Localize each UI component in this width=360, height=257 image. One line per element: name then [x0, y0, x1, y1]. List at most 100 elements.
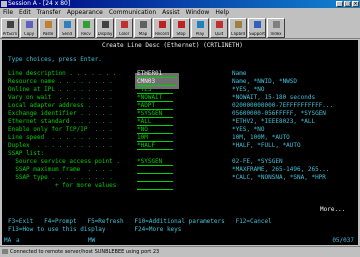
copy-icon: [26, 21, 33, 28]
toolbar-label: PrtScrn: [2, 32, 18, 36]
allowed-values: 05600000-056FFFFF, *SYSGEN: [232, 110, 326, 117]
screen-instruction: Type choices, press Enter.: [8, 56, 102, 63]
terminal-screen[interactable]: Create Line Desc (Ethernet) (CRTLINETH) …: [2, 40, 358, 236]
receive-icon: [83, 21, 90, 28]
field-input[interactable]: *NO: [137, 126, 173, 134]
toolbar-label: Record: [155, 32, 169, 36]
toolbar-label: Quit: [214, 32, 224, 36]
menu-appearance[interactable]: Appearance: [64, 8, 106, 17]
toolbar-stop-button[interactable]: Stop: [172, 18, 190, 38]
cursor-position: 05/037: [332, 237, 354, 244]
color-icon: [121, 21, 128, 28]
minimize-button[interactable]: _: [336, 1, 343, 7]
oia-session: a: [16, 237, 20, 244]
field-input[interactable]: [137, 174, 173, 182]
toolbar-label: Color: [118, 32, 130, 36]
paste-icon: [45, 21, 52, 28]
toolbar-recv-button[interactable]: Recv: [77, 18, 95, 38]
toolbar-label: Play: [195, 32, 205, 36]
toolbar-label: Paste: [42, 32, 54, 36]
emulator-window: Session A - [24 x 80] _ □ × File Edit Tr…: [0, 0, 360, 256]
field-input[interactable]: _: [137, 182, 173, 190]
menu-communication[interactable]: Communication: [106, 8, 159, 17]
toolbar: PrtScrn Copy Paste Send Recv Display Color Map R…: [0, 17, 360, 39]
field-label: Resource name . . . . . . . .: [8, 78, 113, 85]
window-title: Session A - [24 x 80]: [8, 0, 71, 7]
toolbar-label: Copy: [23, 32, 35, 36]
keymap-icon: [140, 21, 147, 28]
menu-file[interactable]: File: [0, 8, 16, 17]
field-label: Exchange identifier . . . . .: [8, 110, 113, 117]
toolbar-label: Index: [270, 32, 282, 36]
more-indicator: More...: [320, 206, 346, 213]
field-label: SSAP maximum frame . . . .: [8, 166, 113, 173]
menu-window[interactable]: Window: [183, 8, 213, 17]
clipboard-icon: [235, 21, 242, 28]
field-label: + for more values: [8, 182, 117, 189]
toolbar-paste-button[interactable]: Paste: [39, 18, 57, 38]
menu-help[interactable]: Help: [212, 8, 232, 17]
menu-bar: File Edit Transfer Appearance Communicat…: [0, 8, 360, 17]
allowed-values: *MAXFRAME, 265-1496, 265...: [232, 166, 330, 173]
play-icon: [197, 21, 204, 28]
stop-icon: [178, 21, 185, 28]
field-label: Vary on wait . . . . . . . .: [8, 94, 113, 101]
toolbar-label: Display: [97, 32, 113, 36]
toolbar-prtscrn-button[interactable]: PrtScrn: [1, 18, 19, 38]
connection-icon: [2, 249, 8, 254]
field-input[interactable]: ETHER01: [137, 70, 177, 78]
maximize-button[interactable]: □: [344, 1, 351, 7]
operator-info-area: MA a MW 05/037: [2, 236, 358, 245]
toolbar-map-button[interactable]: Map: [134, 18, 152, 38]
field-label: Ethernet standard . . . . . .: [8, 118, 113, 125]
menu-transfer[interactable]: Transfer: [34, 8, 64, 17]
oia-status: MW: [88, 237, 96, 244]
toolbar-support-button[interactable]: Support: [248, 18, 266, 38]
toolbar-play-button[interactable]: Play: [191, 18, 209, 38]
field-label: Line description . . . . . . .: [8, 70, 117, 77]
menu-assist[interactable]: Assist: [159, 8, 183, 17]
quit-icon: [216, 21, 223, 28]
printer-icon: [7, 21, 14, 28]
toolbar-quit-button[interactable]: Quit: [210, 18, 228, 38]
field-input[interactable]: *YES: [137, 86, 173, 94]
field-label: SSAP list:: [8, 150, 45, 157]
field-input[interactable]: *NOWAIT: [137, 94, 173, 102]
field-input[interactable]: *SYSGEN: [137, 110, 173, 118]
field-label: Local adapter address . . . .: [8, 102, 113, 109]
field-input[interactable]: CMN03: [137, 78, 177, 86]
field-input[interactable]: *SYSGEN: [137, 158, 173, 166]
status-bar: Connected to remote server/host SUNBLEBE…: [0, 246, 360, 256]
app-icon: [1, 1, 7, 7]
field-input[interactable]: *ALL: [137, 118, 173, 126]
toolbar-copy-button[interactable]: Copy: [20, 18, 38, 38]
field-input[interactable]: *HALF: [137, 142, 173, 150]
toolbar-index-button[interactable]: Index: [267, 18, 285, 38]
field-input[interactable]: [137, 166, 173, 174]
field-input[interactable]: *ADPT: [137, 102, 173, 110]
function-keys-line-2: F13=How to use this display F24=More key…: [8, 226, 182, 233]
index-icon: [273, 21, 280, 28]
menu-edit[interactable]: Edit: [16, 8, 34, 17]
toolbar-display-button[interactable]: Display: [96, 18, 114, 38]
close-button[interactable]: ×: [352, 1, 359, 7]
record-icon: [159, 21, 166, 28]
toolbar-record-button[interactable]: Record: [153, 18, 171, 38]
toolbar-clipbrd-button[interactable]: Clipbrd: [229, 18, 247, 38]
allowed-values: *YES, *NO: [232, 126, 265, 133]
allowed-values: *NOWAIT, 15-180 seconds: [232, 94, 316, 101]
allowed-values: *HALF, *FULL, *AUTO: [232, 142, 301, 149]
field-label: Enable only for TCP/IP . . .: [8, 126, 113, 133]
toolbar-send-button[interactable]: Send: [58, 18, 76, 38]
function-keys-line-1: F3=Exit F4=Prompt F5=Refresh F10=Additio…: [8, 218, 272, 225]
field-label: Duplex . . . . . . . . . . .: [8, 142, 113, 149]
toolbar-label: Recv: [81, 32, 91, 36]
field-input[interactable]: 10M: [137, 134, 173, 142]
toolbar-color-button[interactable]: Color: [115, 18, 133, 38]
title-bar: Session A - [24 x 80] _ □ ×: [0, 0, 360, 8]
support-icon: [254, 21, 261, 28]
toolbar-label: Clipbrd: [230, 32, 246, 36]
field-label: Online at IPL . . . . . . . .: [8, 86, 113, 93]
toolbar-label: Support: [249, 32, 265, 36]
toolbar-label: Send: [61, 32, 73, 36]
